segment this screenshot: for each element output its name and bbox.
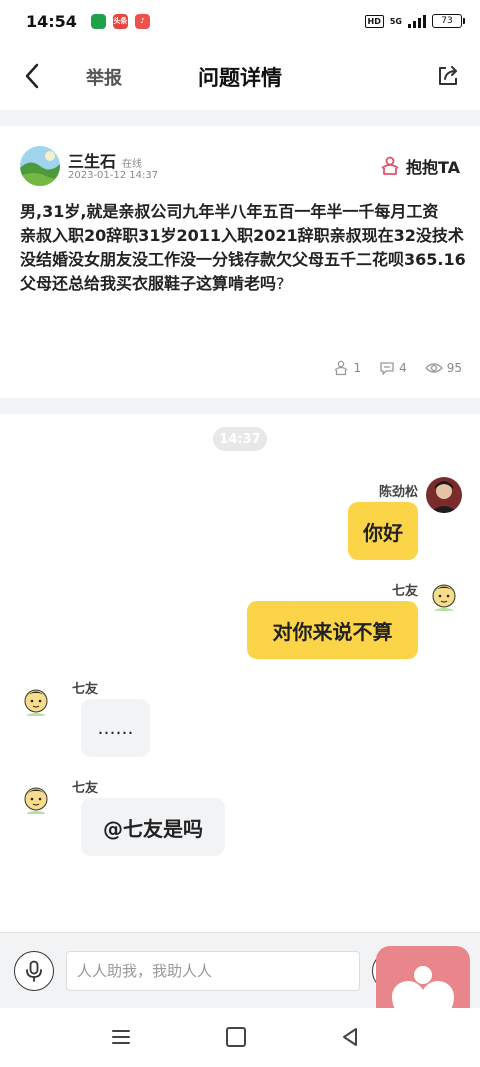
sender-avatar[interactable]	[426, 477, 462, 513]
question-line-2: 亲叔入职20辞职31岁2011入职2021辞职亲叔现在32没技术没结婚没女朋友没…	[20, 226, 466, 293]
voice-button[interactable]	[14, 951, 54, 991]
asker-name[interactable]: 三生石	[68, 148, 116, 172]
comment-count[interactable]: 4	[379, 360, 407, 376]
asker-info: 三生石 在线	[68, 148, 142, 172]
cartoon-avatar-icon	[426, 577, 462, 613]
status-bar: 14:54 头条 ♪ HD 5G 73	[0, 0, 480, 42]
comment-icon	[380, 362, 394, 375]
message-bubble[interactable]: ……	[81, 699, 150, 757]
battery-level: 73	[441, 16, 453, 26]
signal-icon	[408, 14, 426, 28]
hug-icon	[381, 156, 399, 175]
status-app-icon-1	[90, 13, 106, 29]
share-icon	[439, 66, 457, 85]
hug-count-icon	[335, 360, 348, 376]
sender-avatar[interactable]	[18, 682, 54, 718]
cartoon-avatar-icon	[18, 682, 54, 718]
message-sender-name: 七友	[72, 682, 99, 697]
hug-button[interactable]: 抱抱TA	[380, 154, 460, 178]
cartoon-avatar-icon	[18, 780, 54, 816]
message-bubble[interactable]: 对你来说不算	[247, 601, 418, 659]
landscape-avatar-icon	[20, 146, 60, 186]
message-sender-name: 七友	[72, 781, 99, 796]
status-app-icons: 头条 ♪	[90, 13, 150, 29]
back-triangle-icon[interactable]	[340, 1026, 360, 1048]
hd-badge: HD	[364, 14, 384, 28]
view-count: 95	[424, 360, 462, 376]
network-type: 5G	[389, 16, 402, 26]
message-input[interactable]	[66, 951, 360, 991]
sender-avatar[interactable]	[426, 577, 462, 613]
time-divider: 14:37	[213, 427, 267, 451]
page-title: 问题详情	[198, 66, 282, 90]
question-time: 2023-01-12 14:37	[68, 170, 159, 181]
microphone-icon	[26, 960, 42, 982]
recent-apps-icon[interactable]	[110, 1026, 132, 1048]
status-indicators: HD 5G 73	[364, 14, 465, 28]
question-body: 男,31岁,就是亲叔公司九年半八年五百一年半一千每月工资 亲叔入职20辞职31岁…	[20, 200, 466, 296]
message-sender-name: 七友	[391, 584, 418, 599]
home-icon[interactable]	[226, 1027, 246, 1047]
share-button[interactable]	[434, 62, 462, 90]
online-status: 在线	[122, 159, 143, 170]
question-card: 三生石 在线 2023-01-12 14:37 抱抱TA 男,31岁,就是亲叔公…	[0, 126, 480, 398]
question-stats: 1 4 95	[333, 360, 462, 376]
message-bubble[interactable]: 你好	[348, 502, 418, 560]
hug-count[interactable]: 1	[333, 360, 361, 376]
hug-label: 抱抱TA	[405, 158, 460, 177]
asker-avatar[interactable]	[20, 146, 60, 186]
chat-area: 14:37 陈劲松 你好 七友 对你来说不算 七友 …… 七友 @七友是吗	[0, 414, 480, 932]
top-header: 举报 问题详情	[0, 42, 480, 110]
battery-icon: 73	[432, 14, 465, 28]
status-app-icon-3: ♪	[134, 13, 150, 29]
message-bubble[interactable]: @七友是吗	[81, 798, 225, 856]
question-line-1: 男,31岁,就是亲叔公司九年半八年五百一年半一千每月工资	[20, 202, 439, 221]
eye-icon	[424, 363, 443, 373]
sender-avatar[interactable]	[18, 780, 54, 816]
status-app-icon-2: 头条	[112, 13, 128, 29]
person-avatar-icon	[426, 477, 462, 513]
system-nav-bar	[0, 1008, 480, 1067]
status-time: 14:54	[26, 11, 77, 31]
message-sender-name: 陈劲松	[378, 485, 418, 500]
